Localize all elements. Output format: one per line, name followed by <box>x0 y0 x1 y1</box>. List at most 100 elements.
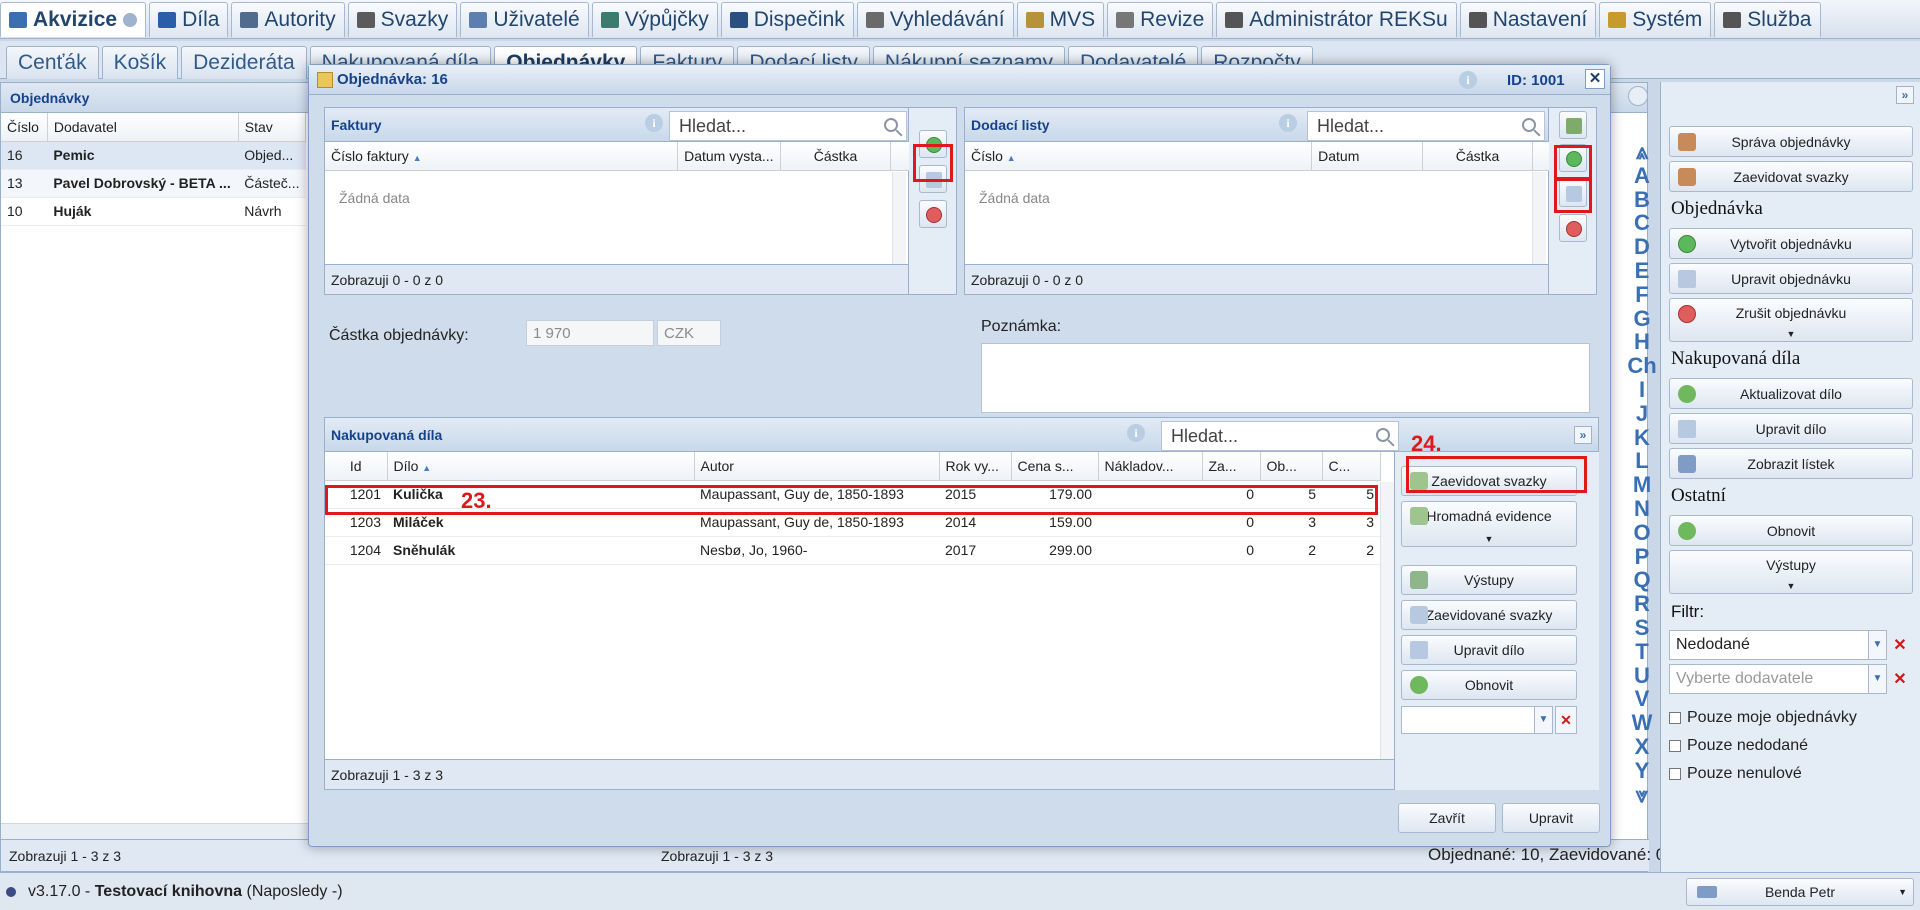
col-registered[interactable]: Za... <box>1202 452 1261 481</box>
col-id[interactable]: Id <box>325 452 388 481</box>
settings-icon[interactable] <box>123 13 138 27</box>
tab-1[interactable]: Košík <box>101 46 179 79</box>
create-order-button[interactable]: Vytvořit objednávku <box>1669 228 1913 259</box>
vertical-scrollbar[interactable] <box>1532 172 1546 266</box>
refresh-button[interactable]: Obnovit <box>1401 670 1577 700</box>
alphabet-letter[interactable]: S <box>1635 616 1650 640</box>
edit-work-button[interactable]: Upravit dílo <box>1669 413 1913 444</box>
alphabet-letter[interactable]: T <box>1635 639 1648 664</box>
filter-select[interactable]: Nedodané <box>1669 630 1869 660</box>
edit-work-button[interactable]: Upravit dílo <box>1401 635 1577 665</box>
registered-volumes-button[interactable]: Zaevidované svazky <box>1401 600 1577 630</box>
order-management-button[interactable]: Správa objednávky <box>1669 126 1913 157</box>
info-icon[interactable]: i <box>645 114 663 132</box>
supplier-select[interactable]: Vyberte dodavatele <box>1669 664 1869 694</box>
alphabet-letter[interactable]: X <box>1635 735 1650 759</box>
checkbox-box[interactable] <box>1669 740 1681 752</box>
menu-7[interactable]: Vyhledávání <box>856 2 1014 37</box>
alphabet-letter[interactable]: Ch <box>1627 354 1656 378</box>
works-search-input[interactable]: Hledat... <box>1161 421 1399 451</box>
edit-button[interactable]: Upravit <box>1502 803 1600 833</box>
menu-1[interactable]: Díla <box>149 2 229 37</box>
checkbox-box[interactable] <box>1669 768 1681 780</box>
alphabet-letter[interactable]: H <box>1634 330 1650 354</box>
alphabet-letter[interactable]: R <box>1634 592 1650 616</box>
tab-2[interactable]: Dezideráta <box>181 46 307 79</box>
alphabet-letter[interactable]: G <box>1633 306 1650 331</box>
edit-order-button[interactable]: Upravit objednávku <box>1669 263 1913 294</box>
col-work[interactable]: Dílo ▲ <box>387 452 695 481</box>
alphabet-letter[interactable]: U <box>1634 663 1650 688</box>
works-filter-select[interactable] <box>1401 706 1535 734</box>
close-icon[interactable]: ✕ <box>1585 69 1605 89</box>
cancel-order-button[interactable]: Zrušit objednávku ▼ <box>1669 298 1913 342</box>
only-my-orders-checkbox[interactable]: Pouze moje objednávky <box>1669 704 1916 732</box>
chevron-down-icon[interactable]: ▼ <box>1869 664 1887 694</box>
clear-filter-icon[interactable]: ✕ <box>1891 635 1909 655</box>
clear-filter-icon[interactable]: ✕ <box>1555 706 1577 734</box>
alphabet-letter[interactable]: A <box>1634 163 1650 188</box>
register-volumes-button[interactable]: Zaevidovat svazky <box>1669 161 1913 192</box>
alphabet-letter[interactable]: I <box>1639 378 1645 402</box>
only-undelivered-checkbox[interactable]: Pouze nedodané <box>1669 732 1916 760</box>
delete-invoice-button[interactable] <box>919 200 947 228</box>
col-author[interactable]: Autor <box>694 452 940 481</box>
expand-icon[interactable]: » <box>1574 426 1592 444</box>
info-icon[interactable]: i <box>1459 71 1477 89</box>
alphabet-letter[interactable]: F <box>1635 282 1648 307</box>
table-row[interactable]: 13 Pavel Dobrovský - BETA ... Částeč... <box>1 169 306 198</box>
alphabet-letter[interactable]: E <box>1635 259 1650 283</box>
chevron-down-icon[interactable]: ▼ <box>1869 630 1887 660</box>
table-row[interactable]: 1204 Sněhulák Nesbø, Jo, 1960- 2017 299.00 0 2… <box>325 536 1380 565</box>
alphabet-letter[interactable]: V <box>1635 687 1650 711</box>
col-amount[interactable]: Částka <box>780 142 891 171</box>
col-price[interactable]: Cena s... <box>1011 452 1099 481</box>
refresh-button[interactable]: Obnovit <box>1669 515 1913 546</box>
checkbox-box[interactable] <box>1669 712 1681 724</box>
alphabet-letter[interactable]: D <box>1634 235 1650 259</box>
update-work-button[interactable]: Aktualizovat dílo <box>1669 378 1913 409</box>
collapse-icon[interactable] <box>1628 86 1648 106</box>
horizontal-scrollbar[interactable] <box>1 823 311 839</box>
menu-11[interactable]: Nastavení <box>1459 2 1597 37</box>
expand-icon[interactable]: » <box>1896 86 1914 104</box>
menu-2[interactable]: Autority <box>231 2 345 37</box>
alphabet-letter[interactable]: C <box>1634 211 1650 235</box>
alphabet-letter[interactable]: J <box>1636 401 1648 426</box>
col-issue-date[interactable]: Datum vysta... <box>677 142 782 171</box>
menu-12[interactable]: Systém <box>1599 2 1712 37</box>
alphabet-letter[interactable]: K <box>1634 425 1650 450</box>
table-row[interactable]: 10 Huják Návrh <box>1 197 306 226</box>
note-textarea[interactable] <box>981 343 1590 413</box>
menu-4[interactable]: Uživatelé <box>460 2 589 37</box>
col-count[interactable]: C... <box>1322 452 1381 481</box>
chevron-down-icon[interactable]: ▼ <box>1535 706 1553 734</box>
menu-3[interactable]: Svazky <box>347 2 458 37</box>
col-number[interactable]: Číslo ▲ <box>965 142 1313 171</box>
bulk-registration-button[interactable]: Hromadná evidence ▼ <box>1401 501 1577 547</box>
info-icon[interactable]: i <box>1279 114 1297 132</box>
alphabet-letter[interactable]: N <box>1634 497 1650 521</box>
alphabet-letter[interactable]: Y <box>1635 758 1650 783</box>
menu-0[interactable]: Akvizice <box>0 2 147 37</box>
alphabet-letter[interactable]: B <box>1634 187 1650 212</box>
menu-13[interactable]: Služba <box>1714 2 1821 37</box>
alphabet-letter[interactable]: O <box>1633 520 1650 545</box>
invoices-search-input[interactable]: Hledat... <box>669 111 907 141</box>
col-date[interactable]: Datum <box>1311 142 1424 171</box>
col-dodavatel[interactable]: Dodavatel <box>47 113 239 142</box>
user-menu-button[interactable]: Benda Petr ▼ <box>1686 878 1914 906</box>
vertical-scrollbar[interactable] <box>1380 482 1394 760</box>
clear-supplier-icon[interactable]: ✕ <box>1891 669 1909 689</box>
alphabet-letter[interactable]: L <box>1635 449 1648 473</box>
only-nonzero-checkbox[interactable]: Pouze nenulové <box>1669 760 1916 788</box>
col-stav[interactable]: Stav <box>238 113 307 142</box>
outputs-button[interactable]: Výstupy <box>1401 565 1577 595</box>
col-invoice-number[interactable]: Číslo faktury ▲ <box>325 142 679 171</box>
alphabet-letter[interactable]: Q <box>1633 568 1650 592</box>
tab-0[interactable]: Cenťák <box>6 46 99 79</box>
close-button[interactable]: Zavřít <box>1398 803 1496 833</box>
vertical-scrollbar[interactable] <box>892 172 906 266</box>
info-icon[interactable]: i <box>1127 424 1145 442</box>
scroll-top-icon[interactable]: ⩓ <box>1636 140 1648 164</box>
